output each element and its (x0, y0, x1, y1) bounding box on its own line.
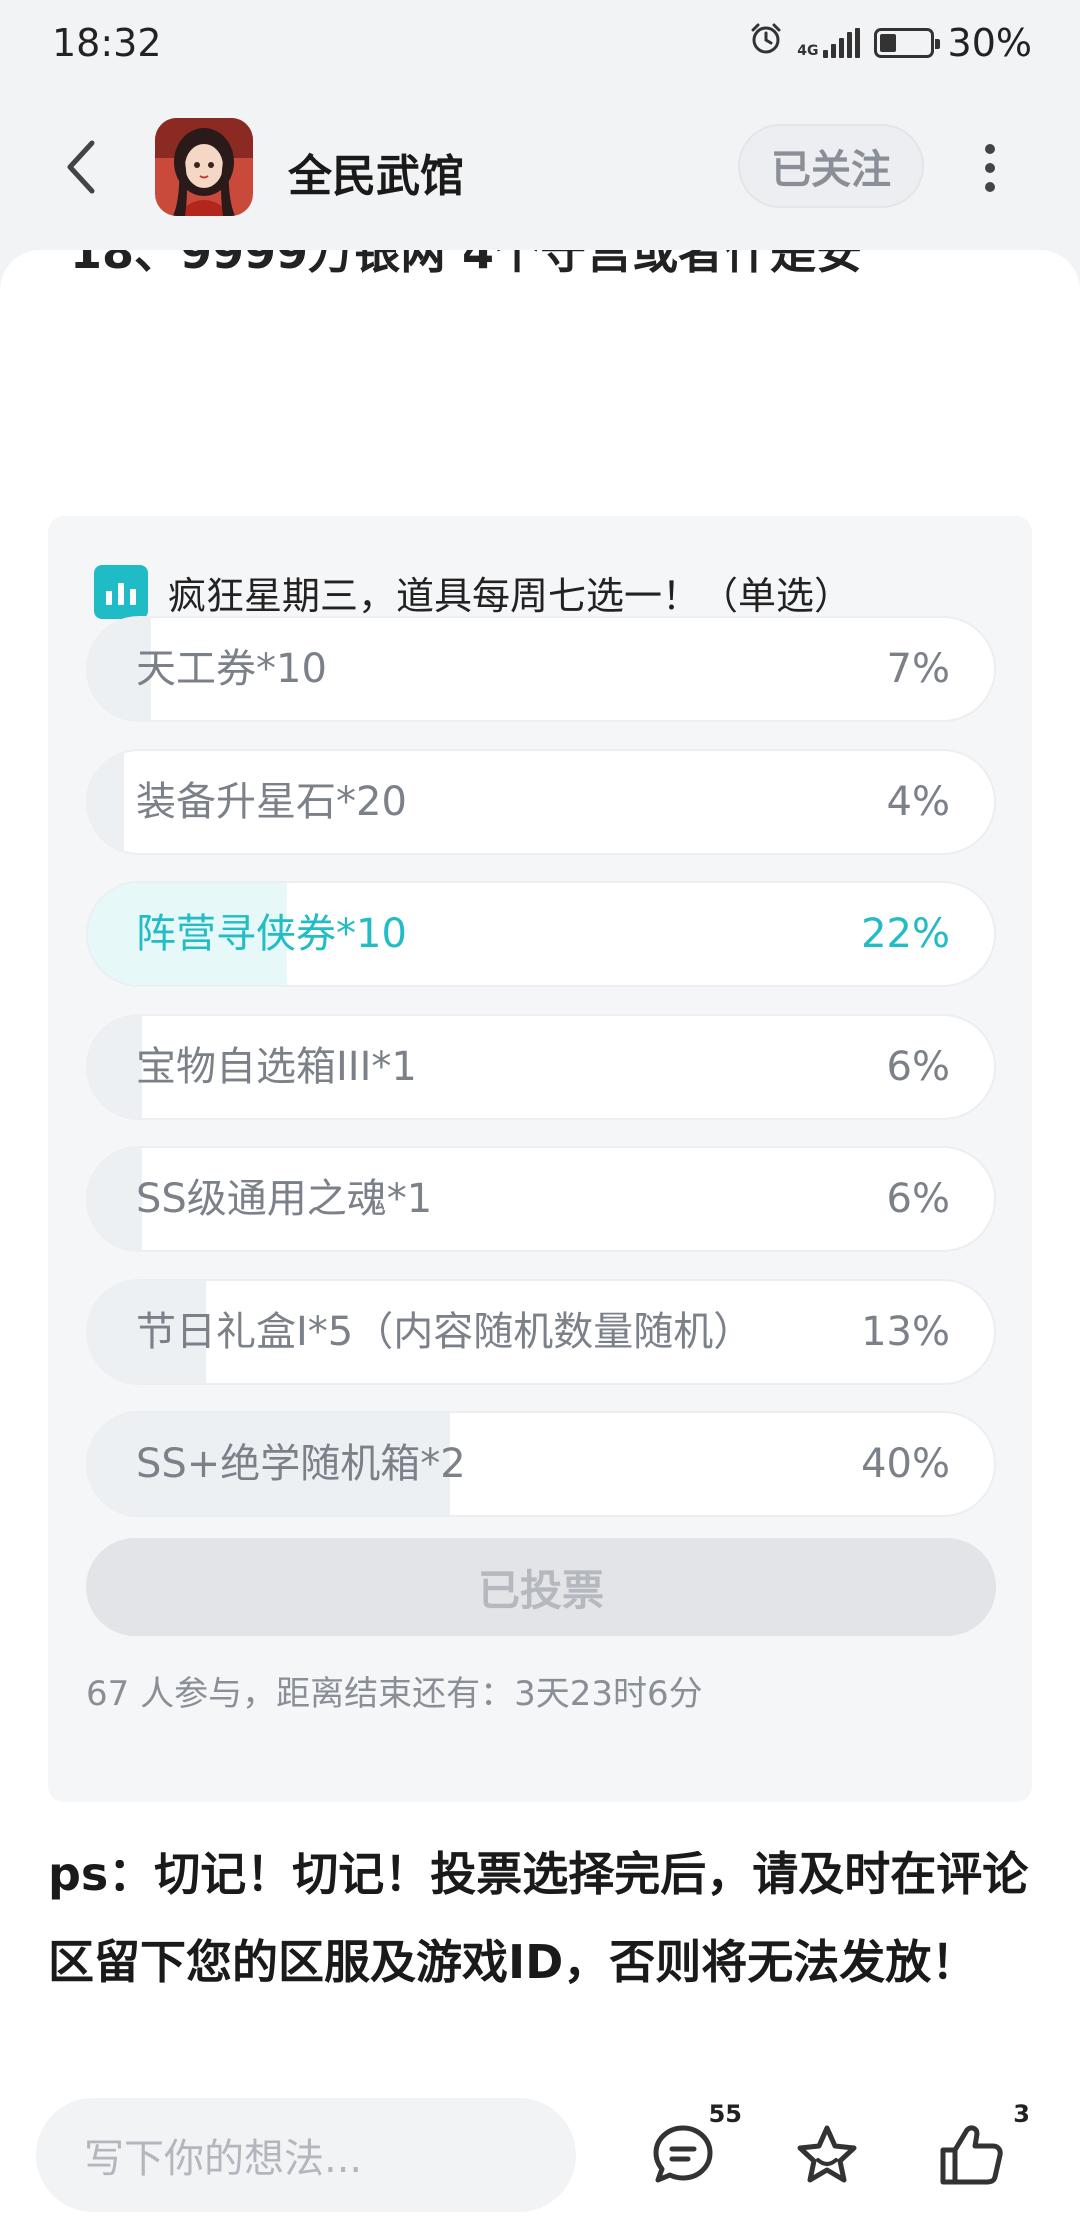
signal-icon: 4G (797, 28, 860, 59)
poll-header: 疯狂星期三，道具每周七选一！（单选） (94, 564, 852, 620)
poll-option[interactable]: SS+绝学随机箱*2 40% (86, 1411, 996, 1517)
poll-option-bar (88, 1148, 143, 1250)
star-icon (797, 2125, 857, 2183)
poll-option[interactable]: 装备升星石*20 4% (86, 748, 996, 855)
poll-option-label: SS级通用之魂*1 (136, 1176, 433, 1222)
chevron-left-icon (67, 140, 95, 194)
dot-icon (985, 163, 995, 173)
poll-option-percent: 4% (886, 778, 950, 825)
more-options-button[interactable] (968, 140, 1012, 196)
thumbs-up-icon (940, 2125, 1003, 2185)
follow-button[interactable]: 已关注 (738, 124, 924, 208)
status-bar: 18:32 4G 30% (0, 0, 1080, 86)
status-time: 18:32 (52, 21, 162, 65)
ps-note: ps：切记！切记！投票选择完后，请及时在评论区留下您的区服及游戏ID，否则将无法… (48, 1847, 1029, 1989)
cut-off-text: 18、9999万银两 4个守宫或者什是安 (70, 250, 863, 279)
bar-chart-icon (94, 565, 148, 619)
poll-option[interactable]: 节日礼盒I*5（内容随机数量随机） 13% (86, 1278, 996, 1385)
poll-option[interactable]: SS级通用之魂*1 6% (86, 1146, 996, 1252)
poll-question: 疯狂星期三，道具每周七选一！（单选） (168, 573, 853, 618)
voted-button[interactable]: 已投票 (86, 1538, 996, 1636)
poll-option-label: 装备升星石*20 (136, 778, 407, 825)
poll-option-label: 节日礼盒I*5（内容随机数量随机） (136, 1308, 754, 1355)
back-button[interactable] (50, 134, 110, 200)
network-type: 4G (797, 43, 819, 59)
poll-option-percent: 6% (886, 1176, 950, 1222)
poll-option-bar (88, 750, 125, 853)
poll-option-percent: 22% (861, 911, 950, 957)
poll-option-percent: 13% (861, 1308, 950, 1355)
poll-option-label: 宝物自选箱III*1 (136, 1043, 417, 1090)
dot-icon (985, 144, 995, 154)
poll-footer: 67 人参与，距离结束还有：3天23时6分 (86, 1674, 703, 1714)
battery-level: 30% (947, 21, 1032, 65)
alarm-icon (749, 21, 783, 65)
account-name[interactable]: 全民武馆 (288, 140, 464, 204)
top-nav: 全民武馆 已关注 (0, 100, 1080, 235)
battery-icon (873, 28, 940, 58)
poll-option-label: 阵营寻侠券*10 (136, 911, 407, 957)
status-icons: 4G 30% (749, 21, 1032, 65)
poll-option[interactable]: 宝物自选箱III*1 6% (86, 1013, 996, 1120)
like-count: 3 (1013, 2100, 1030, 2128)
poll-option-percent: 7% (886, 646, 950, 692)
like-button[interactable]: 3 (926, 2100, 1030, 2200)
poll-option-percent: 6% (886, 1043, 950, 1090)
post-content: 18、9999万银两 4个守宫或者什是安 疯狂星期三，道具每周七选一！（单选） … (0, 250, 1080, 2070)
comment-button[interactable]: 55 (638, 2100, 742, 2200)
poll-option-percent: 40% (861, 1441, 950, 1487)
poll-option-label: SS+绝学随机箱*2 (136, 1441, 466, 1487)
dot-icon (985, 182, 995, 192)
avatar[interactable] (155, 118, 253, 216)
comment-input[interactable]: 写下你的想法... (36, 2098, 576, 2212)
favorite-button[interactable] (782, 2110, 872, 2200)
comment-icon (653, 2125, 713, 2183)
poll-card: 疯狂星期三，道具每周七选一！（单选） 天工券*10 7% 装备升星石*20 4% 阵营寻… (48, 516, 1032, 1802)
comment-count: 55 (708, 2100, 742, 2128)
poll-option-label: 天工券*10 (136, 646, 327, 692)
game-character-avatar-icon (155, 118, 253, 216)
poll-option[interactable]: 阵营寻侠券*10 22% (86, 881, 996, 987)
bottom-action-bar: 写下你的想法... 55 3 (0, 2066, 1080, 2240)
poll-option[interactable]: 天工券*10 7% (86, 616, 996, 722)
poll-option-bar (88, 1015, 143, 1118)
